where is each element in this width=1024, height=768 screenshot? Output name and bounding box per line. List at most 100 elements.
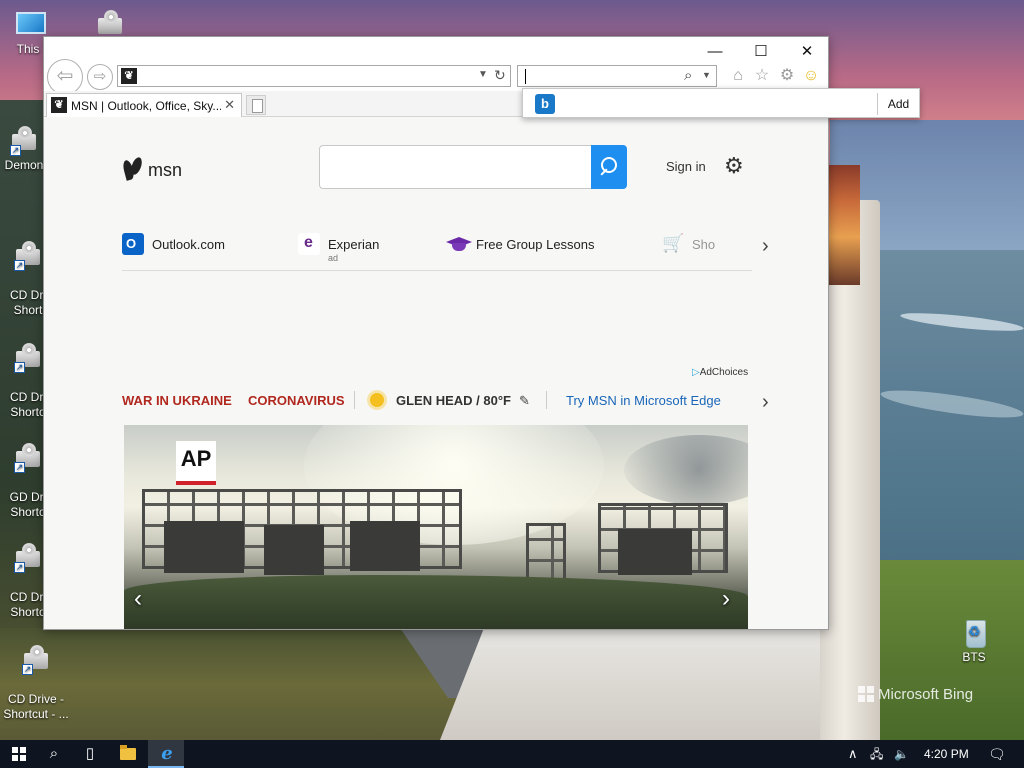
- quick-link-outlook[interactable]: Outlook.com: [122, 233, 225, 257]
- notifications-icon[interactable]: 🗨: [988, 740, 1006, 768]
- hero-billboard-panel: [264, 525, 324, 575]
- topic-war-in-ukraine[interactable]: WAR IN UKRAINE: [122, 393, 232, 408]
- msn-favicon-icon: ❦: [121, 68, 137, 84]
- arrow-left-icon: ⇦: [56, 65, 74, 87]
- internet-explorer-icon: e: [161, 743, 173, 764]
- text-caret: [525, 69, 526, 84]
- close-tab-icon[interactable]: ✕: [224, 97, 235, 113]
- weather-widget[interactable]: GLEN HEAD / 80°F ✎: [370, 393, 530, 409]
- favorites-star-icon[interactable]: ☆: [752, 66, 772, 86]
- chevron-down-icon[interactable]: ▼: [478, 69, 488, 80]
- forward-button[interactable]: ⇨: [87, 64, 113, 90]
- windows-logo-icon: [12, 747, 26, 761]
- internet-explorer-button[interactable]: e: [148, 740, 184, 768]
- desktop-wallpaper-lighthouse-lamp: [826, 165, 860, 285]
- experian-icon: [298, 233, 320, 255]
- divider: [546, 391, 547, 409]
- quick-link-shopping[interactable]: Sho: [662, 233, 738, 257]
- network-icon[interactable]: 🖧: [870, 740, 883, 768]
- msn-logo[interactable]: msn: [122, 157, 182, 181]
- bing-watermark: Microsoft Bing: [858, 686, 973, 703]
- folder-icon: [120, 745, 136, 760]
- shopping-cart-icon: [662, 233, 684, 255]
- browser-search-input[interactable]: ⌕ ▼: [517, 65, 717, 87]
- clock[interactable]: 4:20 PM: [924, 740, 969, 768]
- shortcut-arrow-icon: ↗: [22, 664, 33, 675]
- file-explorer-button[interactable]: [110, 740, 146, 768]
- recycle-bin-icon: [958, 618, 990, 648]
- shortcut-arrow-icon: ↗: [14, 362, 25, 373]
- cd-drive-icon: ↗: [12, 543, 44, 573]
- taskbar: ⌕ ▯ e ∧ 🖧 🔈 4:20 PM 🗨: [0, 740, 1024, 768]
- hero-previous-icon[interactable]: ‹: [134, 585, 142, 613]
- ad-label: ad: [328, 253, 339, 263]
- desktop-icon-cd-shortcut-4[interactable]: ↗ CD Drive - Shortcut - ...: [0, 630, 72, 737]
- show-hidden-icons-chevron[interactable]: ∧: [848, 740, 858, 768]
- hero-next-icon[interactable]: ›: [722, 585, 730, 613]
- refresh-icon[interactable]: ↻: [494, 67, 506, 84]
- maximize-icon: ☐: [754, 43, 768, 60]
- add-search-provider-popup: b Add: [522, 88, 920, 118]
- task-view-icon: ▯: [85, 745, 95, 762]
- smiley-feedback-icon[interactable]: ☺: [801, 66, 821, 86]
- title-bar[interactable]: — ☐ ✕: [44, 37, 828, 65]
- hero-image[interactable]: AP ‹ ›: [124, 425, 748, 629]
- desktop-icon-label: BTS: [962, 650, 986, 664]
- shortcut-arrow-icon: ↗: [14, 260, 25, 271]
- start-button[interactable]: [0, 740, 36, 768]
- tab-msn[interactable]: ❦ MSN | Outlook, Office, Sky... ✕: [46, 93, 242, 117]
- hero-billboard-panel: [618, 529, 692, 575]
- gear-icon[interactable]: ⚙: [777, 66, 797, 86]
- outlook-icon: [122, 233, 144, 255]
- msn-search-input[interactable]: [319, 145, 591, 189]
- home-icon[interactable]: ⌂: [728, 66, 748, 86]
- close-button[interactable]: ✕: [784, 39, 830, 65]
- hero-cloud: [624, 435, 748, 505]
- search-button[interactable]: ⌕: [36, 740, 72, 768]
- shortcut-arrow-icon: ↗: [10, 145, 21, 156]
- adchoices-link[interactable]: AdChoices: [692, 367, 748, 378]
- topic-coronavirus[interactable]: CORONAVIRUS: [248, 393, 345, 408]
- cd-drive-icon: ↗: [12, 343, 44, 373]
- quick-link-free-group-lessons[interactable]: Free Group Lessons: [446, 233, 595, 257]
- bing-logo-icon: [858, 686, 874, 702]
- browser-window: — ☐ ✕ ⇦ ⇨ ❦ ▼ ↻ ⌕ ▼ ⌂ ☆ ⚙ ☺ ❦ MSN | Outl…: [43, 36, 829, 630]
- desktop-icon-label: CD Drive - Shortcut - ...: [3, 692, 69, 721]
- tab-title: MSN | Outlook, Office, Sky...: [71, 99, 221, 113]
- cd-drive-icon: ↗: [20, 645, 52, 675]
- close-icon: ✕: [800, 43, 814, 60]
- sun-icon: [370, 393, 384, 407]
- try-msn-in-edge-link[interactable]: Try MSN in Microsoft Edge: [566, 393, 744, 408]
- hero-trees: [124, 575, 748, 629]
- add-button[interactable]: Add: [877, 93, 919, 115]
- address-bar[interactable]: ❦ ▼ ↻: [117, 65, 511, 87]
- msn-search-button[interactable]: [591, 145, 627, 189]
- desktop-icon-recycle-bin[interactable]: BTS: [938, 618, 1010, 665]
- task-view-button[interactable]: ▯: [72, 740, 108, 768]
- new-tab-button[interactable]: [246, 95, 266, 115]
- quick-link-experian[interactable]: Experian ad: [298, 233, 379, 263]
- search-icon[interactable]: ⌕: [684, 67, 692, 84]
- news-topic-bar: WAR IN UKRAINE CORONAVIRUS GLEN HEAD / 8…: [122, 389, 762, 413]
- maximize-button[interactable]: ☐: [738, 39, 784, 65]
- sign-in-link[interactable]: Sign in: [666, 159, 706, 174]
- search-provider-input[interactable]: [561, 93, 877, 115]
- back-button[interactable]: ⇦: [47, 59, 83, 95]
- desktop-wallpaper-building: [440, 628, 880, 740]
- msn-butterfly-icon: [122, 157, 144, 181]
- volume-icon[interactable]: 🔈: [894, 740, 909, 768]
- settings-gear-icon[interactable]: ⚙: [724, 153, 744, 179]
- hero-billboard-panel: [350, 521, 420, 571]
- quick-links: Outlook.com Experian ad Free Group Lesso…: [122, 227, 752, 271]
- cd-drive-icon: ↗: [12, 241, 44, 271]
- quick-links-next-icon[interactable]: ›: [762, 235, 769, 258]
- news-bar-next-icon[interactable]: ›: [762, 391, 769, 414]
- chevron-down-icon[interactable]: ▼: [702, 70, 711, 80]
- pencil-edit-icon[interactable]: ✎: [519, 393, 530, 408]
- shortcut-arrow-icon: ↗: [14, 562, 25, 573]
- arrow-right-icon: ⇨: [93, 68, 107, 85]
- minimize-button[interactable]: —: [692, 39, 738, 65]
- cd-drive-icon: ↗: [8, 126, 40, 156]
- msn-page: msn Sign in ⚙ Outlook.com Experian ad Fr…: [44, 117, 828, 629]
- divider: [354, 391, 355, 409]
